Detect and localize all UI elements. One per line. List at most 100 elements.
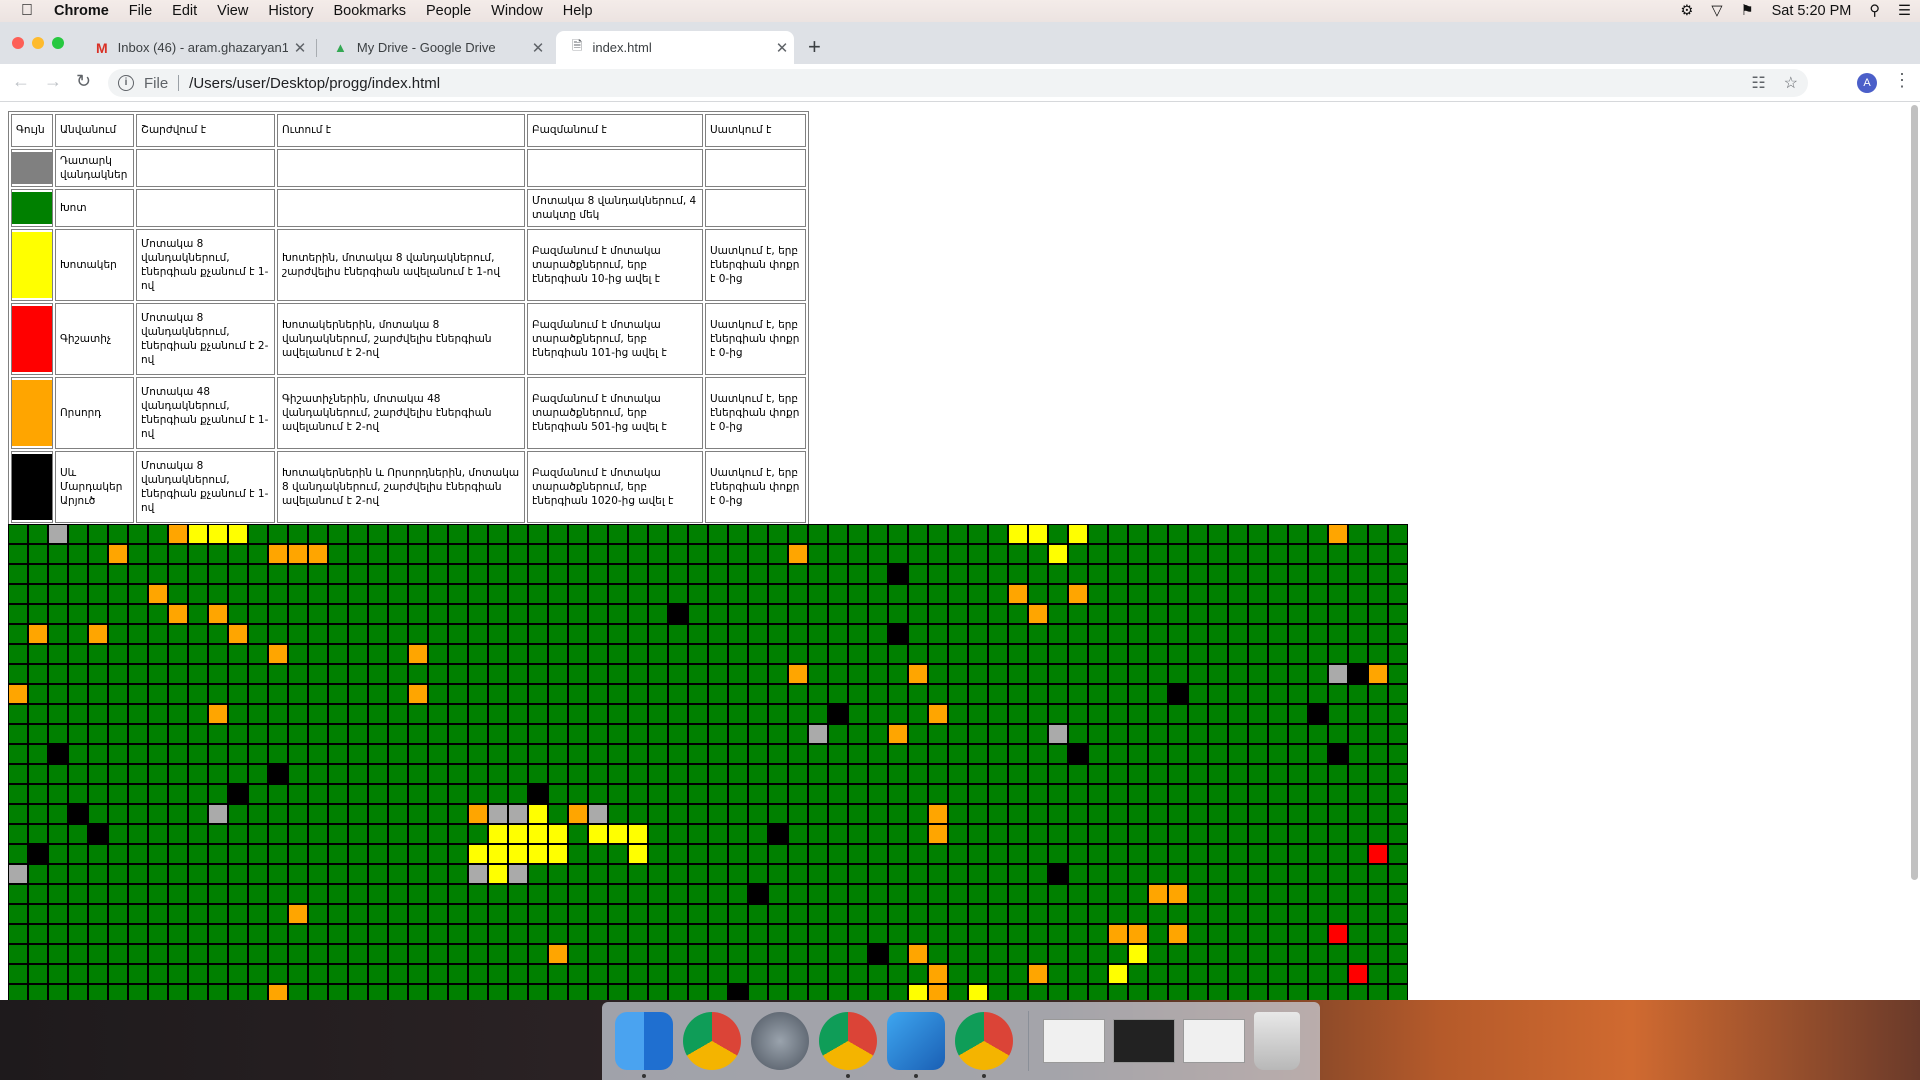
menu-people[interactable]: People <box>416 3 481 19</box>
bookmark-star-icon[interactable]: ☆ <box>1784 73 1798 93</box>
grass-cell <box>728 564 748 584</box>
close-window-button[interactable] <box>12 37 24 49</box>
grass-cell <box>868 964 888 984</box>
grass-cell <box>768 964 788 984</box>
grass-cell <box>208 744 228 764</box>
grass-cell <box>448 764 468 784</box>
tab-index-html[interactable]: 🗎 index.html ✕ <box>556 31 794 64</box>
kebab-menu-icon[interactable]: ⋮ <box>1893 70 1911 91</box>
address-bar[interactable]: i File /Users/user/Desktop/progg/index.h… <box>108 69 1808 97</box>
grass-cell <box>1108 684 1128 704</box>
grass-cell <box>308 784 328 804</box>
color-swatch <box>11 229 53 301</box>
hunter-cell <box>928 804 948 824</box>
grass-cell <box>288 924 308 944</box>
chrome-icon[interactable] <box>955 1012 1013 1078</box>
close-tab-icon[interactable]: ✕ <box>770 39 794 57</box>
dock <box>602 1002 1320 1080</box>
legend-row-black-lion: Սև Մարդակեր Արյուծ Մոտակա 8 վանդակներում… <box>11 451 806 523</box>
grass-cell <box>868 524 888 544</box>
grass-cell <box>548 984 568 1000</box>
grass-cell <box>1328 904 1348 924</box>
forward-arrow-icon[interactable]: → <box>44 71 62 92</box>
grass-cell <box>728 704 748 724</box>
grass-cell <box>768 624 788 644</box>
spotlight-search-icon[interactable]: ⚲ <box>1860 3 1889 19</box>
tab-gmail[interactable]: M Inbox (46) - aram.ghazaryan1... ✕ <box>80 31 312 64</box>
minimized-window-thumbnail[interactable] <box>1043 1019 1105 1063</box>
grass-cell <box>208 964 228 984</box>
menu-edit[interactable]: Edit <box>162 3 207 19</box>
grass-cell <box>468 884 488 904</box>
menu-history[interactable]: History <box>258 3 323 19</box>
grass-cell <box>268 524 288 544</box>
new-tab-button[interactable]: + <box>808 34 821 60</box>
chrome-icon[interactable] <box>683 1012 741 1070</box>
grass-cell <box>1128 564 1148 584</box>
reload-icon[interactable]: ↻ <box>76 71 91 92</box>
vscode-icon[interactable] <box>887 1012 945 1078</box>
grass-cell <box>788 904 808 924</box>
trash-icon[interactable] <box>1254 1012 1300 1070</box>
minimized-window-thumbnail[interactable] <box>1113 1019 1175 1063</box>
grass-cell <box>228 984 248 1000</box>
menu-app-name[interactable]: Chrome <box>54 3 119 19</box>
finder-icon[interactable] <box>615 1012 673 1078</box>
menu-view[interactable]: View <box>207 3 258 19</box>
notification-center-icon[interactable]: ☰ <box>1889 3 1920 19</box>
wifi-icon[interactable]: ▽ <box>1702 3 1731 19</box>
menu-bookmarks[interactable]: Bookmarks <box>323 3 416 19</box>
grass-cell <box>368 604 388 624</box>
grass-cell <box>988 824 1008 844</box>
grass-cell <box>1368 784 1388 804</box>
herbivore-cell <box>488 844 508 864</box>
url-text[interactable]: /Users/user/Desktop/progg/index.html <box>189 75 440 92</box>
cell-multiplies: Բազմանում է մոտակա տարածքներում, երբ էնե… <box>527 377 703 449</box>
grass-cell <box>1108 984 1128 1000</box>
grass-cell <box>528 664 548 684</box>
info-icon[interactable]: i <box>118 75 134 91</box>
grass-cell <box>488 964 508 984</box>
translate-icon[interactable]: ☷ <box>1751 73 1765 93</box>
close-tab-icon[interactable]: ✕ <box>288 39 312 57</box>
grass-cell <box>1068 724 1088 744</box>
grass-cell <box>448 864 468 884</box>
grass-cell <box>1168 944 1188 964</box>
grass-cell <box>208 684 228 704</box>
grass-cell <box>1248 624 1268 644</box>
grass-cell <box>448 844 468 864</box>
grass-cell <box>768 844 788 864</box>
grass-cell <box>148 524 168 544</box>
grass-cell <box>908 604 928 624</box>
menu-window[interactable]: Window <box>481 3 553 19</box>
clock[interactable]: Sat 5:20 PM <box>1763 3 1861 19</box>
grass-cell <box>768 884 788 904</box>
menu-file[interactable]: File <box>119 3 162 19</box>
grass-cell <box>1288 664 1308 684</box>
grass-cell <box>828 924 848 944</box>
menu-help[interactable]: Help <box>553 3 603 19</box>
grass-cell <box>188 624 208 644</box>
back-arrow-icon[interactable]: ← <box>12 71 30 92</box>
grass-cell <box>688 944 708 964</box>
grass-cell <box>28 944 48 964</box>
grass-cell <box>828 764 848 784</box>
grass-cell <box>408 544 428 564</box>
gear-icon[interactable]: ⚙ <box>1671 3 1702 19</box>
grass-cell <box>1328 764 1348 784</box>
vertical-scrollbar[interactable] <box>1911 105 1918 880</box>
grass-cell <box>1168 644 1188 664</box>
zoom-window-button[interactable] <box>52 37 64 49</box>
chrome-icon[interactable] <box>819 1012 877 1078</box>
tab-google-drive[interactable]: ▲ My Drive - Google Drive ✕ <box>318 31 550 64</box>
apple-icon[interactable]:  <box>0 2 54 20</box>
flag-icon[interactable]: ⚑ <box>1732 3 1763 19</box>
grass-cell <box>1168 904 1188 924</box>
grass-cell <box>348 544 368 564</box>
launchpad-icon[interactable] <box>751 1012 809 1070</box>
profile-avatar[interactable]: A <box>1857 73 1877 93</box>
grass-cell <box>348 604 368 624</box>
close-tab-icon[interactable]: ✕ <box>526 39 550 57</box>
minimize-window-button[interactable] <box>32 37 44 49</box>
minimized-window-thumbnail[interactable] <box>1183 1019 1245 1063</box>
